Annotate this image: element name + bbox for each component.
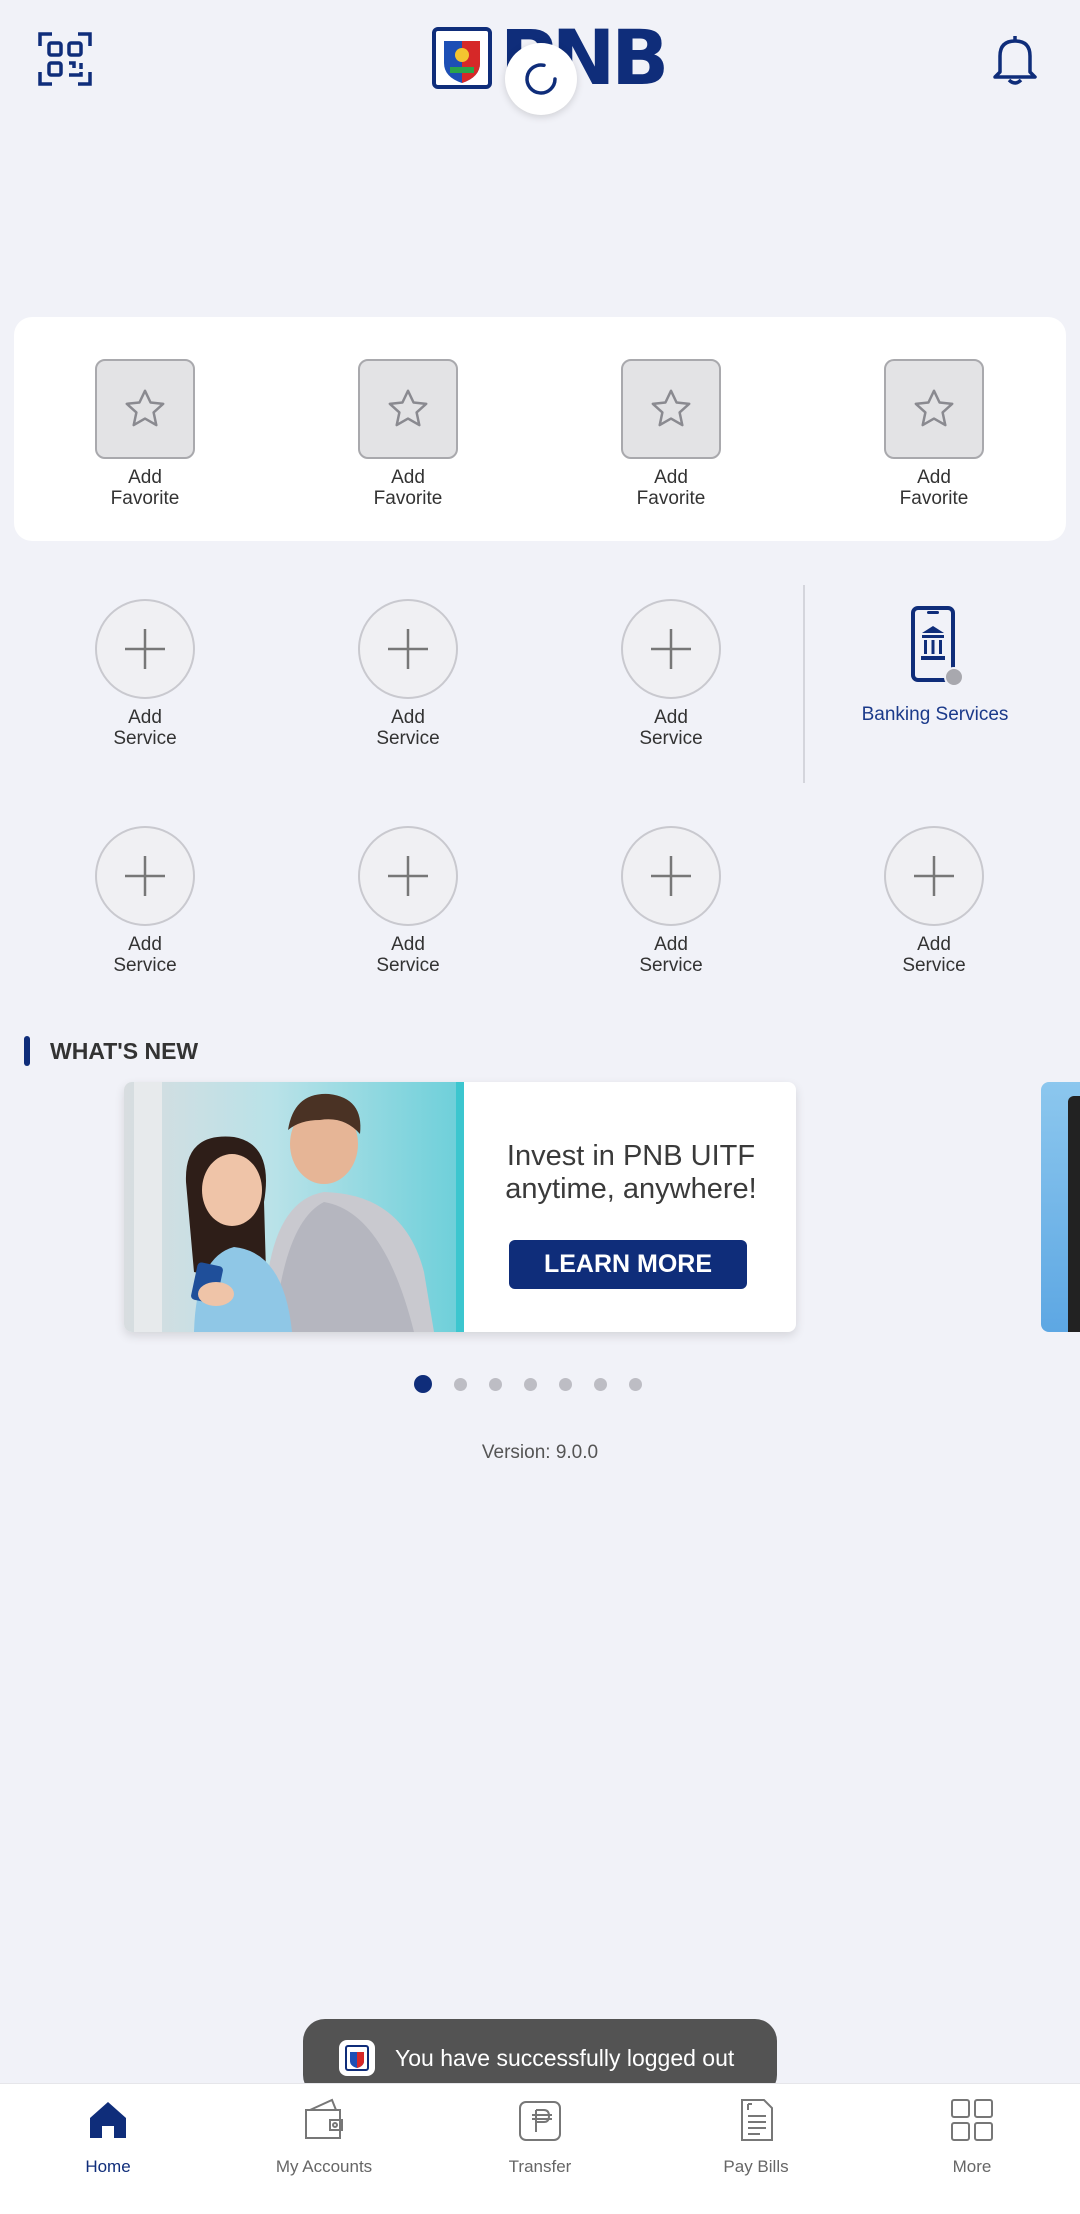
nav-transfer-label: Transfer bbox=[508, 2157, 572, 2176]
plus-icon bbox=[621, 826, 721, 926]
nav-home-label: Home bbox=[85, 2157, 131, 2176]
nav-home[interactable]: Home bbox=[0, 2084, 216, 2214]
carousel-dot[interactable] bbox=[489, 1377, 502, 1391]
mobile-bank-icon bbox=[911, 606, 964, 687]
couple-photo-image bbox=[124, 1082, 456, 1332]
carousel-dot[interactable] bbox=[629, 1377, 642, 1391]
plus-icon bbox=[358, 599, 458, 699]
carousel-dot[interactable] bbox=[524, 1377, 537, 1391]
add-service-label: Add Service bbox=[113, 707, 177, 749]
star-icon bbox=[358, 359, 458, 459]
heading-accent-bar bbox=[24, 1036, 30, 1066]
add-service-button[interactable]: Add Service bbox=[591, 826, 751, 976]
carousel-dot[interactable] bbox=[559, 1377, 572, 1391]
add-service-label: Add Service bbox=[639, 934, 703, 976]
nav-more[interactable]: More bbox=[864, 2084, 1080, 2214]
bottom-navigation: Home My Accounts Transfer Pay Bills More bbox=[0, 2083, 1080, 2214]
pnb-app-icon bbox=[339, 2040, 375, 2076]
divider bbox=[803, 585, 805, 783]
add-favorite-button[interactable]: Add Favorite bbox=[65, 359, 225, 509]
carousel-dot[interactable] bbox=[454, 1377, 467, 1391]
add-service-button[interactable]: Add Service bbox=[328, 599, 488, 749]
add-service-button[interactable]: Add Service bbox=[65, 826, 225, 976]
promo-banner[interactable]: Invest in PNB UITF anytime, anywhere! LE… bbox=[124, 1082, 796, 1332]
banner-accent-stripe bbox=[456, 1082, 464, 1332]
app-header: PNB bbox=[0, 0, 1080, 130]
plus-icon bbox=[621, 599, 721, 699]
add-service-label: Add Service bbox=[113, 934, 177, 976]
add-service-label: Add Service bbox=[639, 707, 703, 749]
learn-more-button[interactable]: LEARN MORE bbox=[509, 1240, 747, 1289]
add-service-label: Add Service bbox=[376, 934, 440, 976]
add-favorite-button[interactable]: Add Favorite bbox=[328, 359, 488, 509]
home-icon bbox=[90, 2102, 126, 2138]
add-favorite-label: Add Favorite bbox=[636, 467, 706, 509]
nav-pay-bills[interactable]: Pay Bills bbox=[648, 2084, 864, 2214]
banner-headline: Invest in PNB UITF anytime, anywhere! bbox=[505, 1140, 757, 1205]
banking-services-button[interactable]: Banking Services bbox=[844, 605, 1026, 726]
carousel-dot-active[interactable] bbox=[414, 1375, 432, 1393]
banking-services-label: Banking Services bbox=[861, 704, 1009, 725]
add-service-button[interactable]: Add Service bbox=[328, 826, 488, 976]
carousel-dots bbox=[414, 1374, 664, 1394]
add-service-label: Add Service bbox=[376, 707, 440, 749]
add-favorite-button[interactable]: Add Favorite bbox=[854, 359, 1014, 509]
grid-icon bbox=[951, 2099, 993, 2141]
star-icon bbox=[95, 359, 195, 459]
nav-pay-bills-label: Pay Bills bbox=[723, 2157, 789, 2176]
loading-spinner bbox=[505, 43, 577, 115]
plus-icon bbox=[358, 826, 458, 926]
star-icon bbox=[621, 359, 721, 459]
phone-image bbox=[1068, 1096, 1080, 1332]
version-label: Version: 9.0.0 bbox=[481, 1442, 599, 1463]
nav-my-accounts[interactable]: My Accounts bbox=[216, 2084, 432, 2214]
qr-scan-icon[interactable] bbox=[38, 32, 92, 86]
whats-new-heading: WHAT'S NEW bbox=[24, 1036, 198, 1066]
favorites-card: Add Favorite Add Favorite Add Favorite Add F… bbox=[14, 317, 1066, 541]
add-service-button[interactable]: Add Service bbox=[65, 599, 225, 749]
plus-icon bbox=[95, 826, 195, 926]
whats-new-title: WHAT'S NEW bbox=[50, 1037, 199, 1064]
pnb-shield-icon bbox=[432, 27, 492, 89]
plus-icon bbox=[95, 599, 195, 699]
toast-message: You have successfully logged out bbox=[395, 2044, 735, 2071]
carousel-dot[interactable] bbox=[594, 1377, 607, 1391]
add-favorite-label: Add Favorite bbox=[899, 467, 969, 509]
bill-icon bbox=[741, 2099, 773, 2141]
next-banner-preview[interactable] bbox=[1041, 1082, 1080, 1332]
nav-more-label: More bbox=[952, 2157, 992, 2176]
nav-my-accounts-label: My Accounts bbox=[275, 2157, 373, 2176]
wallet-icon bbox=[305, 2098, 343, 2139]
add-service-button[interactable]: Add Service bbox=[854, 826, 1014, 976]
add-favorite-label: Add Favorite bbox=[373, 467, 443, 509]
add-service-label: Add Service bbox=[902, 934, 966, 976]
transfer-icon bbox=[519, 2101, 561, 2141]
plus-icon bbox=[884, 826, 984, 926]
add-service-button[interactable]: Add Service bbox=[591, 599, 751, 749]
bell-icon[interactable] bbox=[990, 32, 1040, 86]
add-favorite-label: Add Favorite bbox=[110, 467, 180, 509]
add-favorite-button[interactable]: Add Favorite bbox=[591, 359, 751, 509]
star-icon bbox=[884, 359, 984, 459]
nav-transfer[interactable]: Transfer bbox=[432, 2084, 648, 2214]
